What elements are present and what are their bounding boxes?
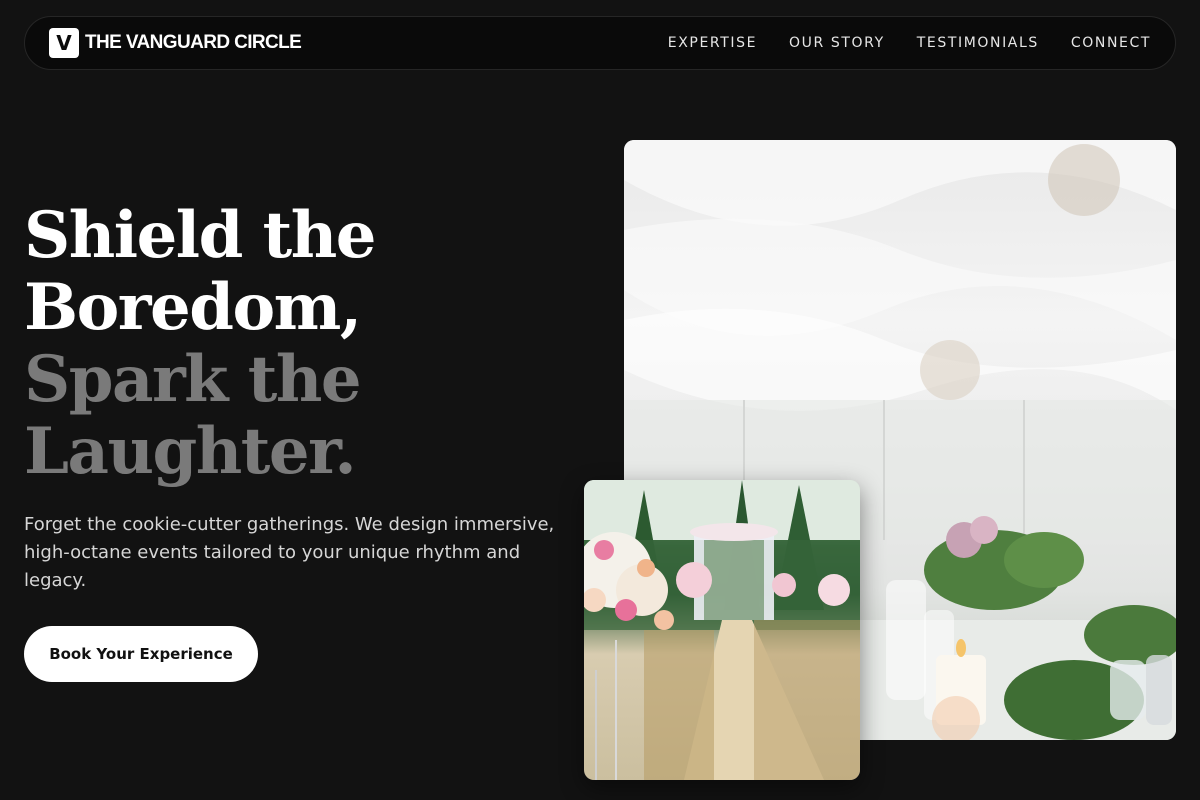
nav-link-connect[interactable]: CONNECT xyxy=(1071,35,1151,51)
nav-link-our-story[interactable]: OUR STORY xyxy=(789,35,885,51)
nav-link-expertise[interactable]: EXPERTISE xyxy=(668,35,757,51)
logo-icon: V xyxy=(49,28,79,58)
main-menu: EXPERTISE OUR STORY TESTIMONIALS CONNECT xyxy=(668,35,1151,51)
nav-link-testimonials[interactable]: TESTIMONIALS xyxy=(917,35,1039,51)
top-navigation: V THE VANGUARD CIRCLE EXPERTISE OUR STOR… xyxy=(24,16,1176,70)
brand[interactable]: V THE VANGUARD CIRCLE xyxy=(49,28,302,58)
headline-line-2: Boredom, xyxy=(24,270,362,345)
headline-line-3: Spark the xyxy=(24,342,362,417)
hero-headline: Shield the Boredom, Spark the Laughter. xyxy=(24,200,544,488)
headline-line-1: Shield the xyxy=(24,198,376,273)
ceremony-aisle-photo xyxy=(584,480,860,780)
hero-intro: Forget the cookie-cutter gatherings. We … xyxy=(24,514,555,591)
brand-name: THE VANGUARD CIRCLE xyxy=(85,32,302,53)
ceremony-aisle-illustration xyxy=(584,480,860,780)
headline-line-4: Laughter. xyxy=(24,414,357,489)
book-experience-button[interactable]: Book Your Experience xyxy=(24,626,258,682)
